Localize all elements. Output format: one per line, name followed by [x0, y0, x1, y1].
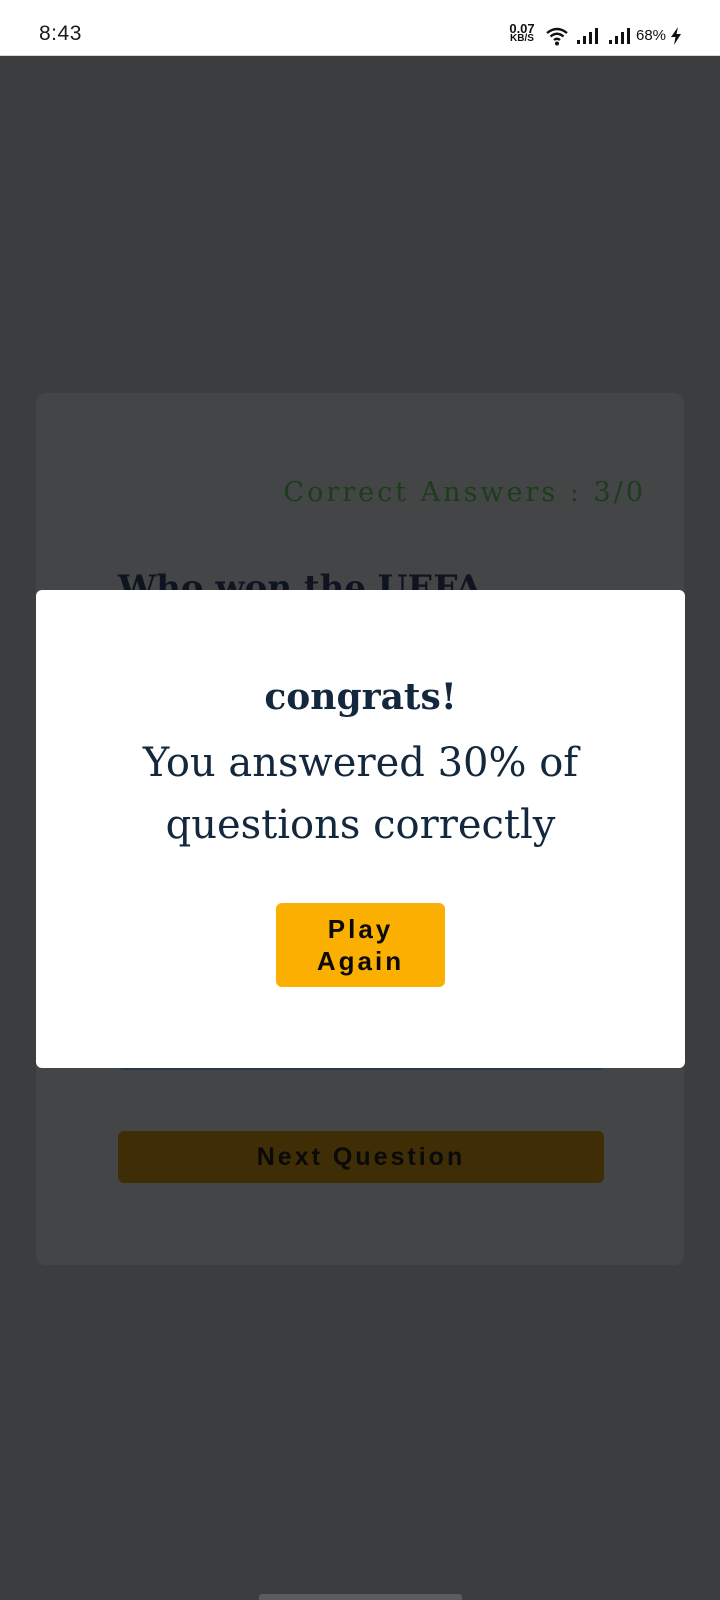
charging-bolt-icon [671, 27, 681, 45]
signal-icon [609, 28, 630, 44]
next-question-button[interactable]: Next Question [118, 1131, 604, 1183]
signal-icon [577, 28, 598, 44]
play-again-label: Play Again [316, 914, 405, 976]
play-again-button[interactable]: Play Again [276, 903, 445, 987]
battery-percentage: 68% [636, 27, 667, 44]
network-speed: 0.07 KB/S [504, 22, 540, 44]
correct-answers-count: Correct Answers : 3/0 [283, 477, 646, 508]
modal-title: congrats! [264, 676, 457, 718]
wifi-icon [546, 27, 568, 46]
navigation-handle[interactable] [259, 1594, 462, 1600]
status-bar: 8:43 0.07 KB/S 68% [0, 0, 720, 56]
result-message: You answered 30% of questions correctly [142, 740, 579, 848]
status-time: 8:43 [39, 22, 82, 45]
result-modal: congrats! You answered 30% of questions … [36, 590, 685, 1068]
